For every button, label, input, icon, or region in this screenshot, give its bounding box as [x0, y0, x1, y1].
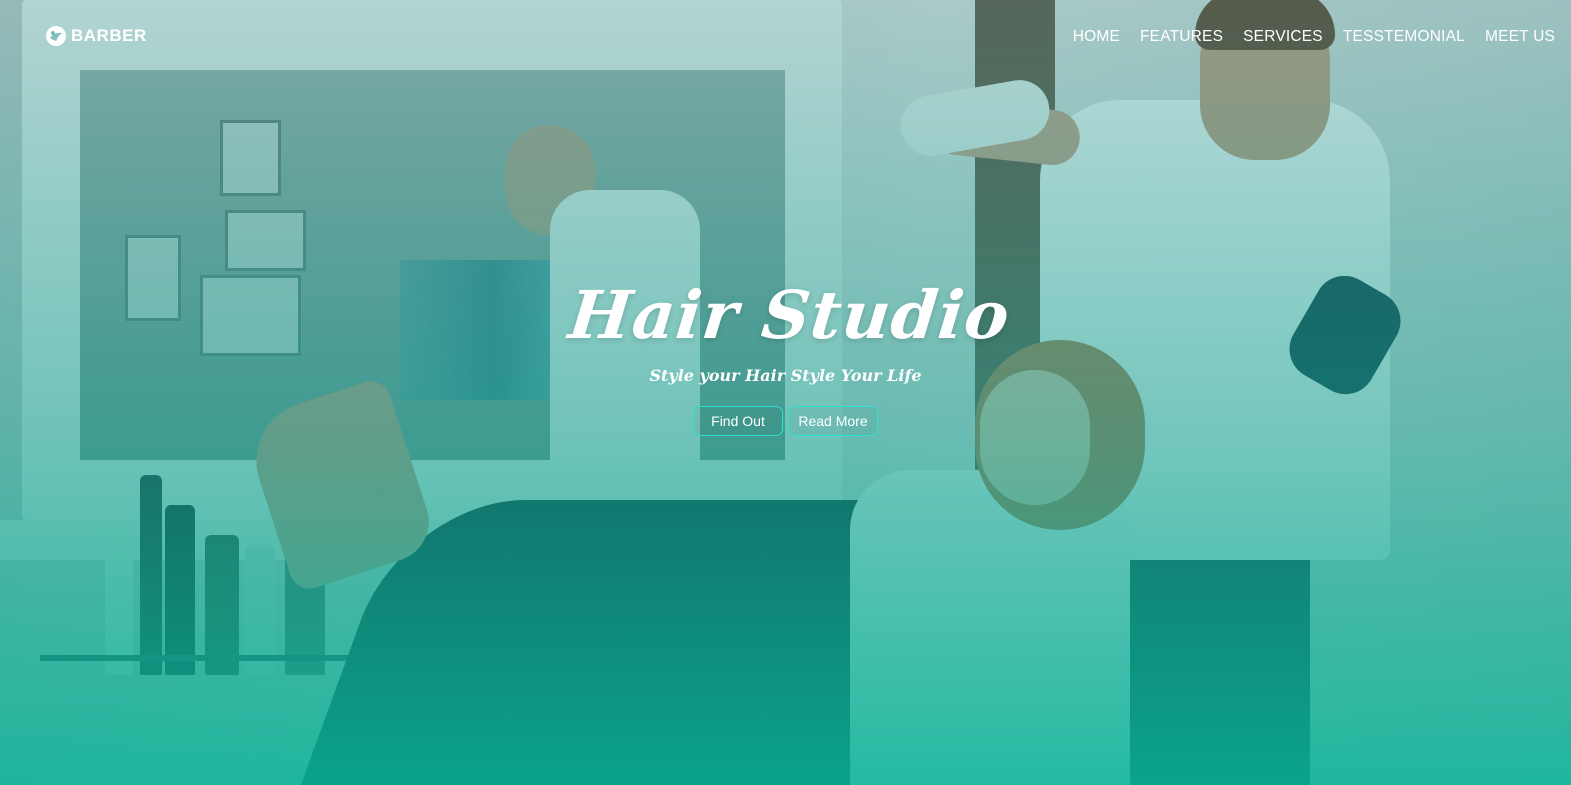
- hero-title: Hair Studio: [565, 276, 1014, 354]
- nav-item-meet-us: MEET US: [1485, 28, 1555, 46]
- nav-link-testimonial[interactable]: TESSTEMONIAL: [1343, 28, 1465, 45]
- brand-logo-link[interactable]: BARBER: [44, 24, 147, 48]
- hero-buttons: Find Out Read More: [0, 406, 1571, 436]
- find-out-button[interactable]: Find Out: [693, 406, 783, 436]
- nav-link-services[interactable]: SERVICES: [1243, 28, 1323, 45]
- hero-subtitle: Style your Hair Style Your Life: [649, 366, 922, 385]
- barber-logo-icon: [44, 24, 68, 48]
- nav-item-features: FEATURES: [1140, 28, 1223, 46]
- read-more-button[interactable]: Read More: [788, 406, 878, 436]
- hero-content: Hair Studio Style your Hair Style Your L…: [0, 270, 1571, 436]
- nav-menu: HOME FEATURES SERVICES TESSTEMONIAL MEET…: [1073, 28, 1555, 46]
- nav-link-home[interactable]: HOME: [1073, 28, 1120, 45]
- brand-name: BARBER: [71, 26, 147, 45]
- nav-item-testimonial: TESSTEMONIAL: [1343, 28, 1465, 46]
- nav-link-features[interactable]: FEATURES: [1140, 28, 1223, 45]
- top-navigation: BARBER HOME FEATURES SERVICES TESSTEMONI…: [0, 0, 1571, 75]
- nav-link-meet-us[interactable]: MEET US: [1485, 28, 1555, 45]
- nav-item-services: SERVICES: [1243, 28, 1323, 46]
- hero-section: BARBER HOME FEATURES SERVICES TESSTEMONI…: [0, 0, 1571, 785]
- nav-item-home: HOME: [1073, 28, 1120, 46]
